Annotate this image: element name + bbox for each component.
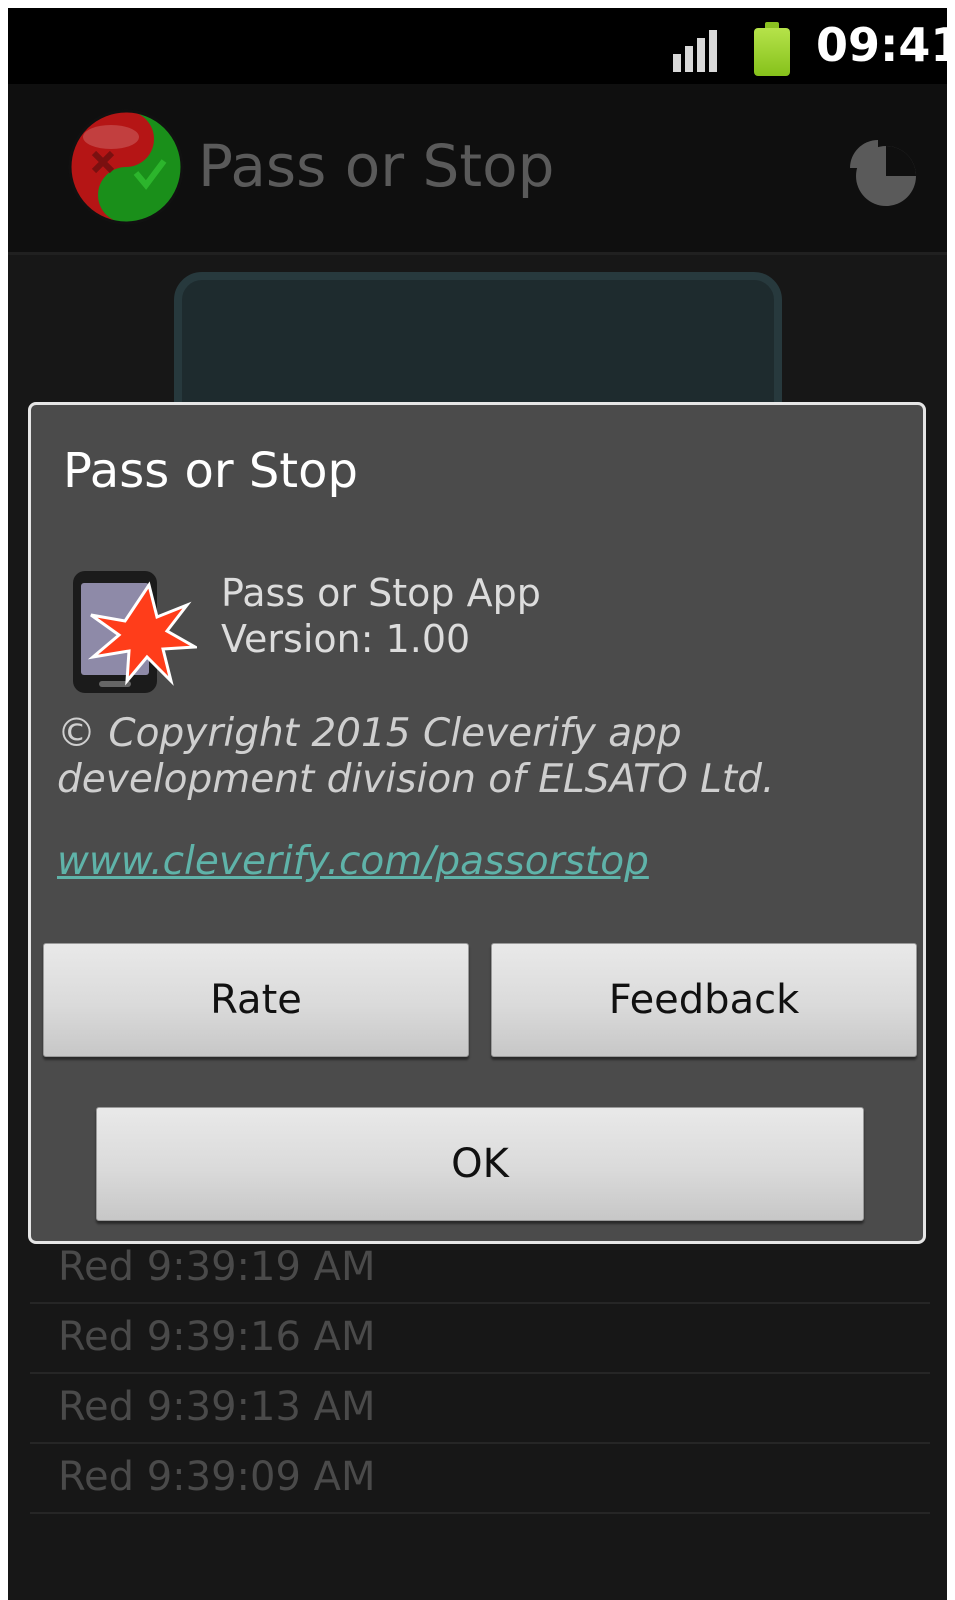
app-name: Pass or Stop App <box>221 571 541 615</box>
app-logo-icon <box>68 109 184 225</box>
ok-button[interactable]: OK <box>96 1107 864 1221</box>
battery-icon <box>754 22 790 76</box>
list-item: Red 9:39:13 AM <box>30 1374 930 1444</box>
signal-icon <box>673 30 719 72</box>
log-list: Red 9:39:19 AM Red 9:39:16 AM Red 9:39:1… <box>30 1234 930 1514</box>
status-bar: 09:41 <box>8 8 947 84</box>
feedback-button[interactable]: Feedback <box>491 943 917 1057</box>
rate-button[interactable]: Rate <box>43 943 469 1057</box>
dialog-title: Pass or Stop <box>63 443 358 499</box>
list-item: Red 9:39:09 AM <box>30 1444 930 1514</box>
list-item: Red 9:39:16 AM <box>30 1304 930 1374</box>
statistics-pie-chart-icon[interactable] <box>846 136 918 208</box>
phone-starburst-icon <box>73 571 197 693</box>
copyright-text: © Copyright 2015 Cleverify app developme… <box>57 711 775 802</box>
app-version: Version: 1.00 <box>221 617 471 661</box>
list-item: Red 9:39:19 AM <box>30 1234 930 1304</box>
status-time: 09:41 <box>816 18 947 72</box>
app-title: Pass or Stop <box>198 132 555 200</box>
website-link[interactable]: www.cleverify.com/passorstop <box>57 839 649 884</box>
action-bar: Pass or Stop <box>8 84 947 255</box>
about-dialog: Pass or Stop Pass or Stop App Version: 1… <box>28 402 926 1244</box>
screen: 09:41 Pass or Stop Red 9:39:19 AM Red 9:… <box>8 8 947 1600</box>
